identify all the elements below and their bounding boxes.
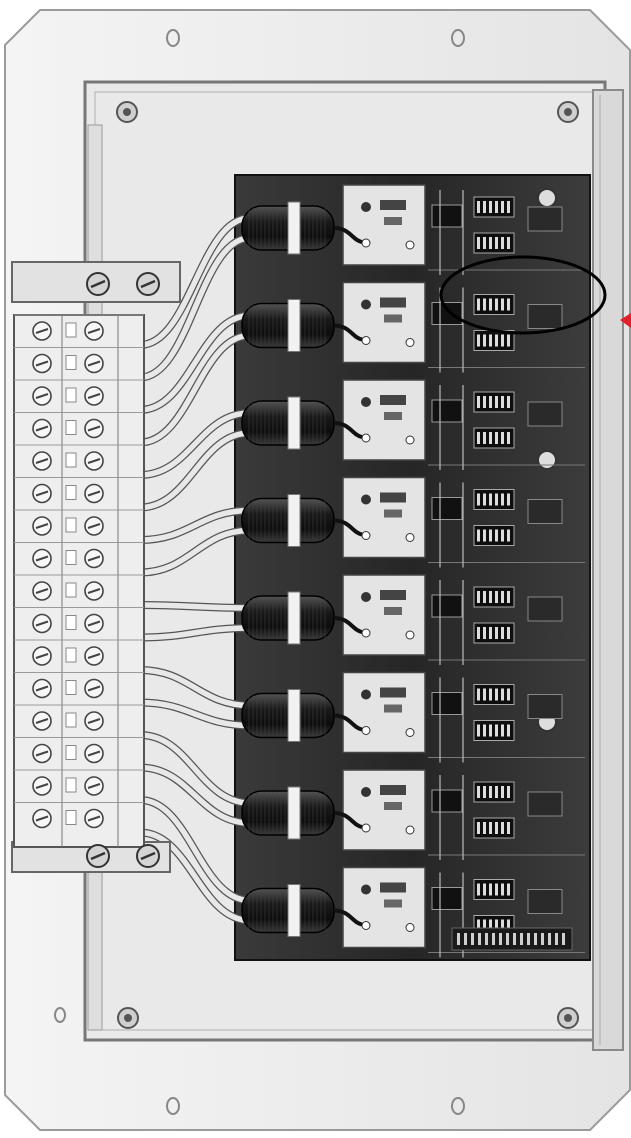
circuit-module	[342, 671, 426, 754]
connector-pin	[534, 933, 537, 945]
connector-pin	[541, 933, 544, 945]
ribbon-connector	[451, 927, 573, 951]
connector-pin	[485, 933, 488, 945]
connector-pin	[471, 933, 474, 945]
connector-pin	[492, 933, 495, 945]
circuit-module	[342, 769, 426, 851]
connector-pin	[555, 933, 558, 945]
photo	[0, 0, 631, 1138]
clamp-screw	[86, 844, 110, 868]
clamp-screw	[136, 272, 160, 296]
connector-pin	[464, 933, 467, 945]
circuit-module	[342, 574, 426, 656]
right-rail	[592, 89, 624, 1051]
connector-pin	[457, 933, 460, 945]
circuit-module	[342, 184, 426, 266]
circuit-module	[342, 281, 426, 364]
clamp-screw	[86, 272, 110, 296]
clamp-screw	[136, 844, 160, 868]
connector-pin	[527, 933, 530, 945]
circuit-module	[342, 866, 426, 949]
connector-pin	[513, 933, 516, 945]
connector-pin	[520, 933, 523, 945]
terminal-board-photo	[4, 9, 631, 1131]
connector-pin	[499, 933, 502, 945]
connector-pin	[562, 933, 565, 945]
circuit-module	[342, 476, 426, 559]
circuit-module	[342, 379, 426, 461]
connector-pin	[548, 933, 551, 945]
connector-pin	[506, 933, 509, 945]
connector-pin	[478, 933, 481, 945]
